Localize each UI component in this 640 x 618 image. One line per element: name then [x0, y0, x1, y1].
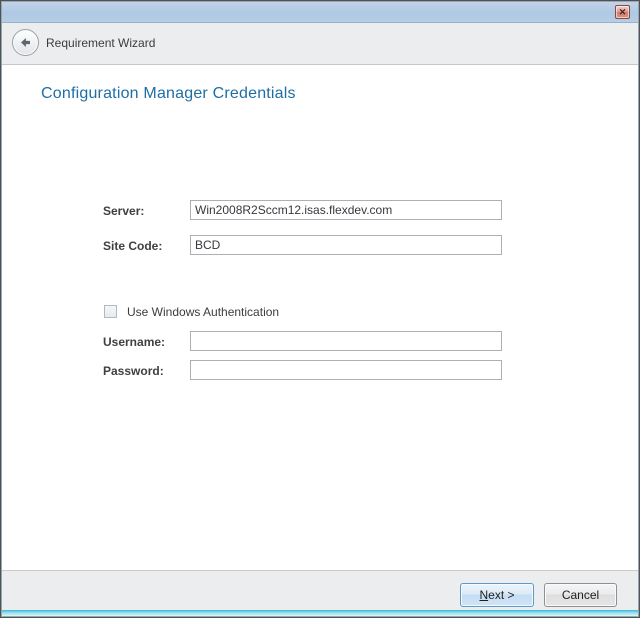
window-bottom-edge — [2, 610, 638, 616]
password-input[interactable] — [190, 360, 502, 380]
site-code-input[interactable] — [190, 235, 502, 255]
title-bar[interactable]: ✕ — [2, 2, 638, 23]
password-label: Password: — [103, 364, 164, 378]
wizard-header: Requirement Wizard — [2, 23, 638, 65]
username-input[interactable] — [190, 331, 502, 351]
next-button[interactable]: Next > — [460, 583, 534, 607]
page-title: Configuration Manager Credentials — [41, 85, 296, 103]
footer-bar — [2, 570, 638, 614]
close-button[interactable]: ✕ — [615, 5, 630, 19]
username-label: Username: — [103, 335, 165, 349]
wizard-window: ✕ Requirement Wizard Configuration Manag… — [0, 0, 640, 618]
windows-auth-checkbox[interactable] — [104, 305, 117, 318]
next-button-mnemonic: N — [479, 588, 488, 602]
close-icon: ✕ — [619, 7, 627, 17]
server-input[interactable] — [190, 200, 502, 220]
back-arrow-icon — [19, 36, 32, 49]
cancel-button[interactable]: Cancel — [544, 583, 617, 607]
windows-auth-label[interactable]: Use Windows Authentication — [127, 305, 279, 319]
cancel-button-label: Cancel — [562, 588, 599, 602]
wizard-title: Requirement Wizard — [46, 23, 155, 64]
server-label: Server: — [103, 204, 144, 218]
site-code-label: Site Code: — [103, 239, 162, 253]
back-button[interactable] — [12, 29, 39, 56]
next-button-label: ext > — [488, 588, 514, 602]
